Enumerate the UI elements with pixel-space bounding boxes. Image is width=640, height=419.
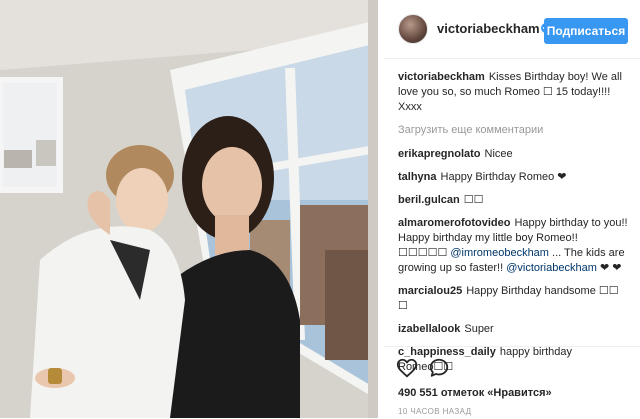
mention-link[interactable]: @victoriabeckham (506, 262, 597, 274)
comment-item: beril.gulcan ☐☐ (398, 193, 630, 208)
caption-username[interactable]: victoriabeckham (398, 71, 485, 83)
load-more-comments-link[interactable]: Загрузить еще комментарии (398, 123, 630, 138)
comment-text: ☐☐ (463, 194, 484, 206)
post-photo[interactable] (0, 0, 378, 418)
post-header: victoriabeckham Подписаться (384, 0, 640, 59)
comment-text: Happy Birthday Romeo ❤ (440, 171, 567, 183)
post-timestamp[interactable]: 10 ЧАСОВ НАЗАД (398, 407, 471, 416)
comment-item: erikapregnolato Nicee (398, 147, 630, 162)
comment-username[interactable]: izabellalook (398, 323, 460, 335)
caption: victoriabeckham Kisses Birthday boy! We a… (398, 70, 630, 115)
comment-username[interactable]: erikapregnolato (398, 148, 481, 160)
comment-item: almaromerofotovideo Happy birthday to you… (398, 216, 630, 276)
comment-username[interactable]: beril.gulcan (398, 194, 460, 206)
comment-item: izabellalook Super (398, 322, 630, 337)
comment-text-end: ❤ ❤ (596, 262, 622, 274)
avatar[interactable] (398, 14, 428, 44)
comment-username[interactable]: talhyna (398, 171, 437, 183)
likes-count[interactable]: 490 551 отметок «Нравится» (398, 387, 552, 399)
comment-item: marcialou25 Happy Birthday handsome ☐☐ ☐ (398, 284, 630, 314)
comments-list: victoriabeckham Kisses Birthday boy! We a… (398, 70, 630, 383)
heart-icon[interactable] (396, 357, 418, 379)
comment-text: Super (464, 323, 494, 335)
header-username[interactable]: victoriabeckham (437, 21, 540, 36)
comment-username[interactable]: almaromerofotovideo (398, 217, 510, 229)
comment-username[interactable]: marcialou25 (398, 285, 462, 297)
comment-bubble-icon[interactable] (428, 357, 450, 379)
comment-item: talhyna Happy Birthday Romeo ❤ (398, 170, 630, 185)
comment-text: Nicee (484, 148, 513, 160)
mention-link[interactable]: @imromeobeckham (450, 247, 549, 259)
follow-button[interactable]: Подписаться (544, 18, 628, 44)
photo-image (0, 0, 378, 418)
post-side-panel: victoriabeckham Подписаться victoriabeck… (384, 0, 640, 418)
post-actions: 490 551 отметок «Нравится» 10 ЧАСОВ НАЗА… (384, 346, 640, 419)
